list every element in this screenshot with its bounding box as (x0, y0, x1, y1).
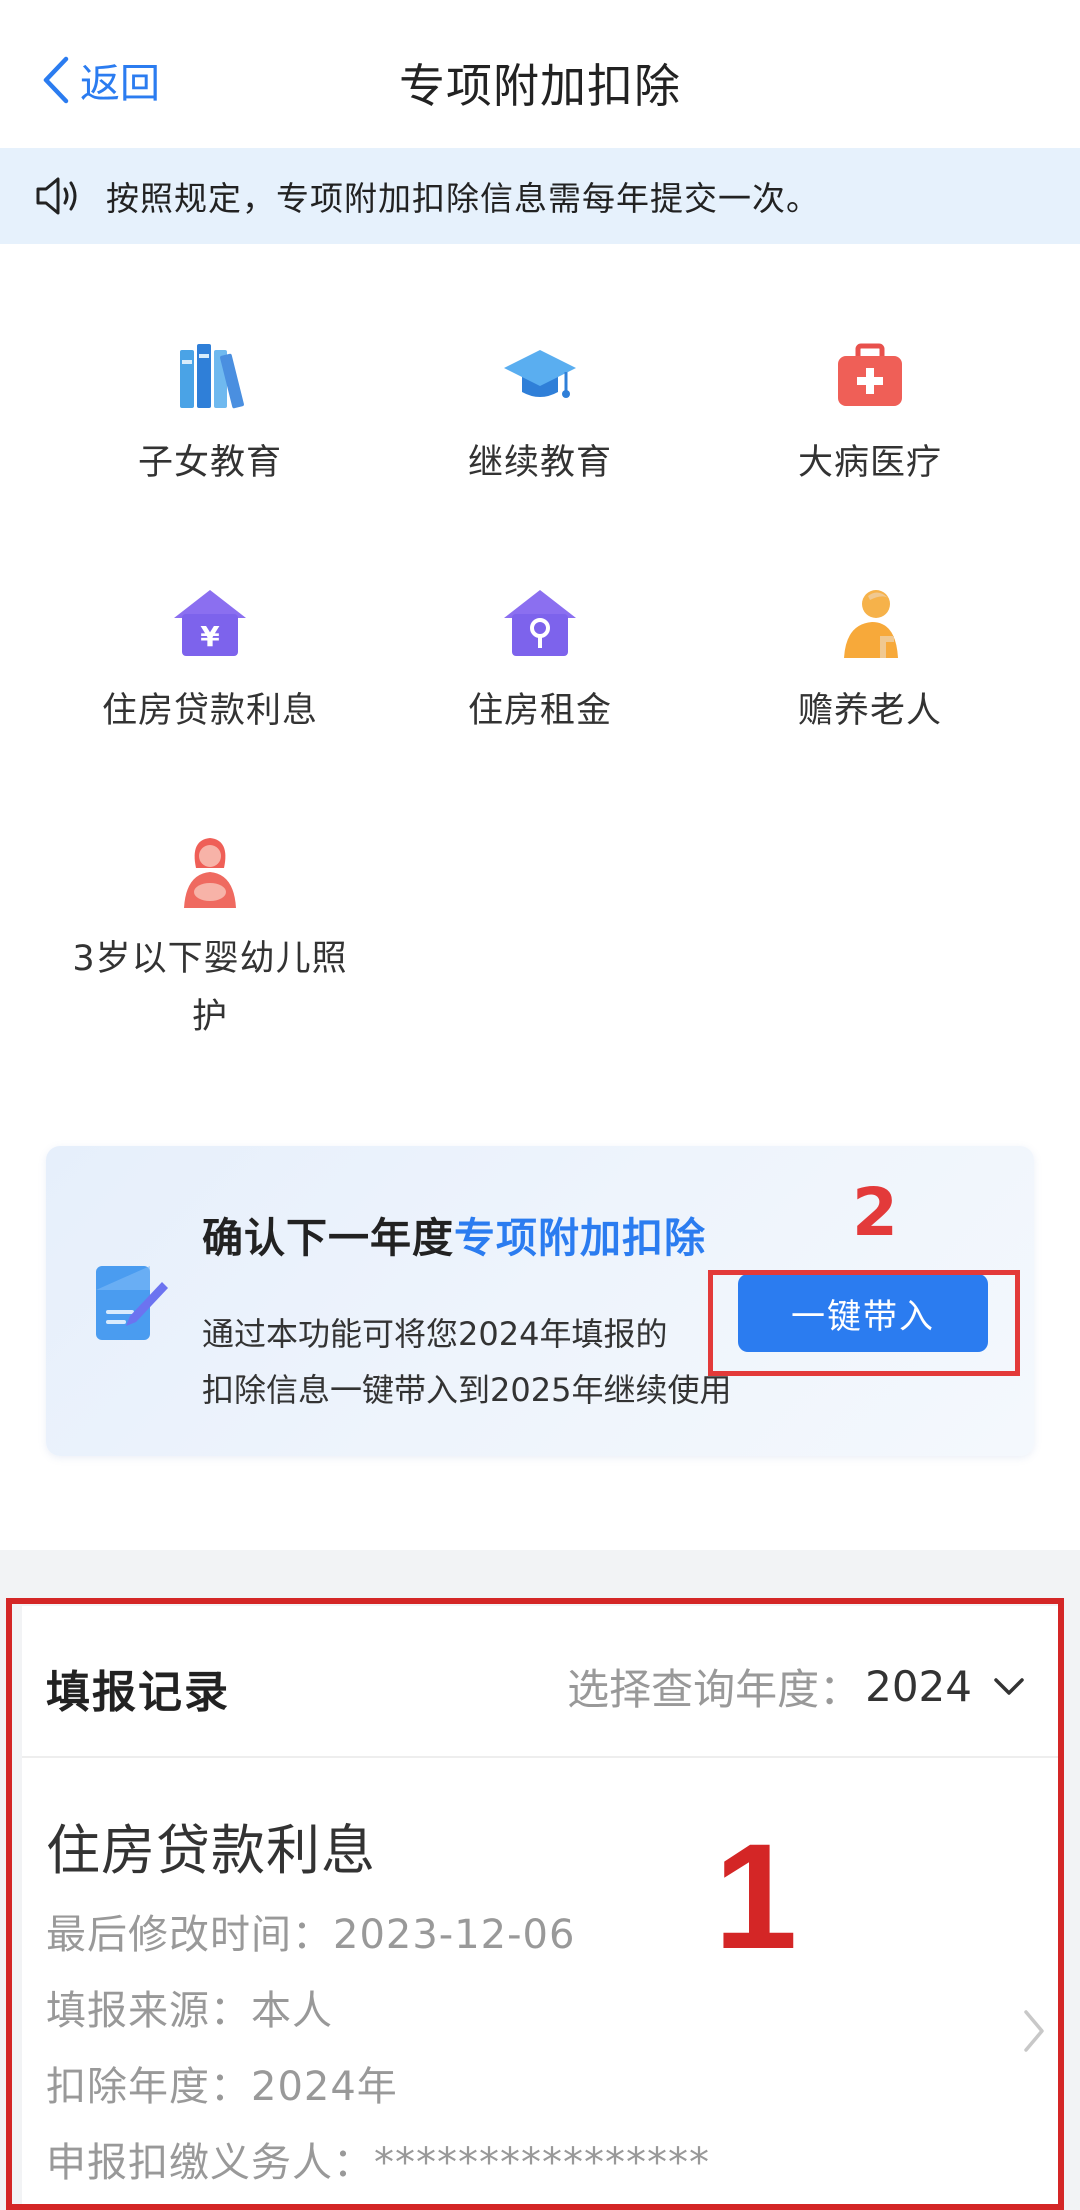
medical-kit-icon (838, 343, 902, 406)
annotation-marker-2: 2 (852, 1174, 898, 1251)
category-elderly-support[interactable]: 赡养老人 (705, 584, 1035, 740)
speaker-icon (36, 177, 77, 215)
notice-text: 按照规定，专项附加扣除信息需每年提交一次。 (106, 179, 820, 218)
category-infant-care[interactable]: 3岁以下婴幼儿照 护 (45, 832, 375, 1046)
category-mortgage-interest[interactable]: ¥ 住房贷款利息 (45, 584, 375, 740)
category-label: 住房贷款利息 (101, 691, 318, 731)
category-label: 3岁以下婴幼儿照 护 (72, 939, 348, 1037)
annotation-box-2 (708, 1270, 1020, 1376)
category-label: 住房租金 (467, 691, 612, 731)
category-label: 子女教育 (137, 443, 282, 483)
page-title: 专项附加扣除 (399, 59, 681, 113)
category-label: 继续教育 (467, 443, 612, 483)
annotation-box-1 (6, 1598, 1064, 2210)
category-label: 大病医疗 (797, 443, 942, 483)
elderly-person-icon (844, 590, 898, 658)
category-serious-illness[interactable]: 大病医疗 (705, 336, 1035, 492)
notice-bar: 按照规定，专项附加扣除信息需每年提交一次。 (0, 148, 1080, 244)
svg-text:¥: ¥ (200, 620, 220, 653)
graduation-cap-icon (504, 350, 576, 398)
card-title: 确认下一年度专项附加扣除 (202, 1214, 706, 1262)
annotation-marker-1: 1 (714, 1812, 798, 1980)
category-continuing-education[interactable]: 继续教育 (375, 336, 705, 492)
category-housing-rent[interactable]: 住房租金 (375, 584, 705, 740)
house-yen-icon: ¥ (174, 590, 246, 656)
mother-baby-icon (184, 838, 236, 908)
document-edit-icon (96, 1266, 168, 1340)
nav-bar: 返回 专项附加扣除 (0, 0, 1080, 148)
category-children-education[interactable]: 子女教育 (45, 336, 375, 492)
category-label: 赡养老人 (797, 691, 942, 731)
books-icon (180, 344, 244, 409)
house-key-icon (504, 590, 576, 656)
